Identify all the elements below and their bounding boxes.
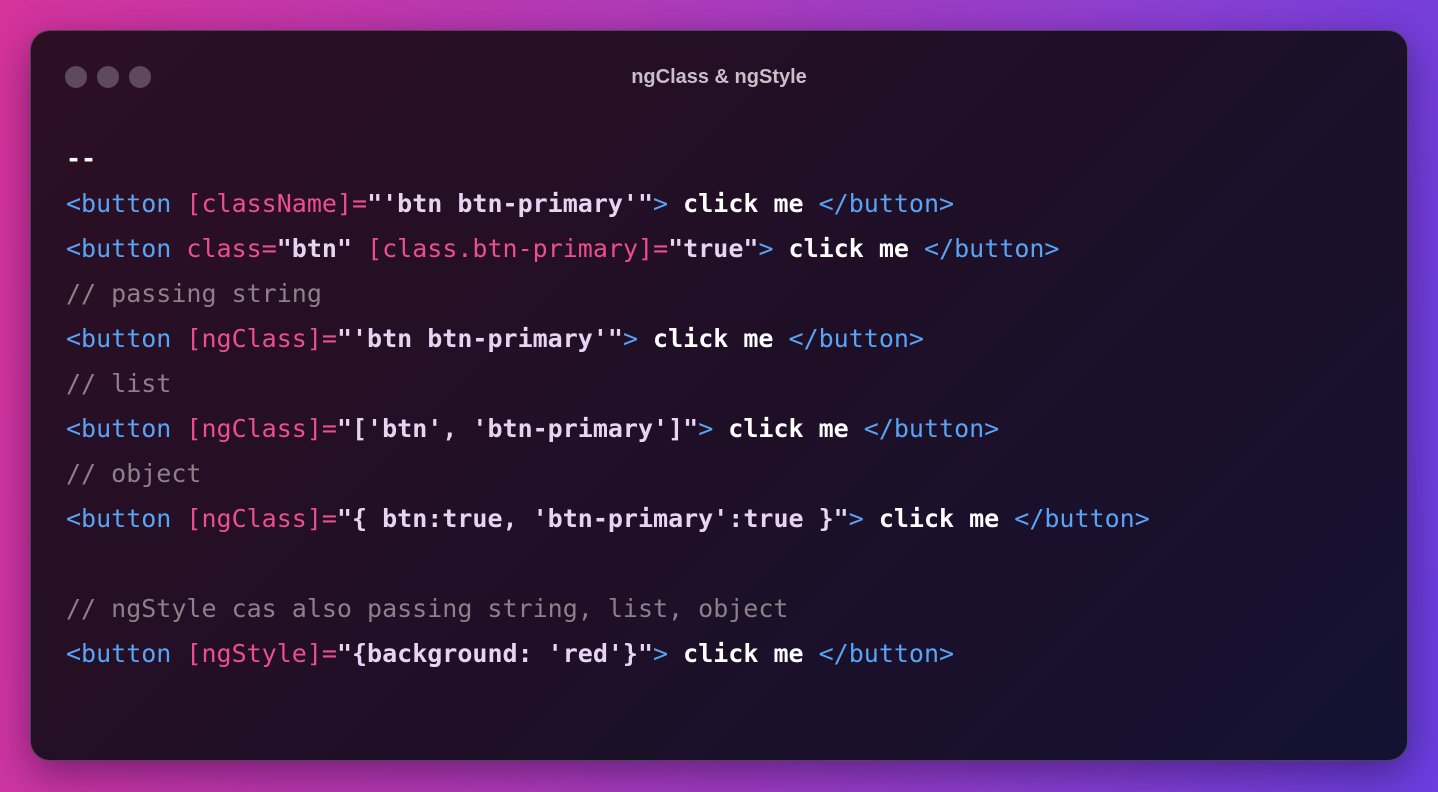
code-token-punc: = (321, 324, 337, 353)
code-token-tag: <button (66, 234, 187, 263)
code-token-cmt: // passing string (66, 279, 322, 308)
code-token-attr: [ngClass] (186, 414, 322, 443)
code-token-str: "['btn', 'btn-primary']" (336, 414, 699, 443)
code-token-text: click me (638, 324, 789, 353)
code-token-attr: class (186, 234, 262, 263)
code-token-text: click me (668, 189, 819, 218)
code-token-text: click me (668, 639, 819, 668)
code-token-attr: [ngStyle] (186, 639, 322, 668)
code-token-text: click me (773, 234, 925, 263)
code-token-text: click me (713, 414, 864, 443)
code-token-tag: </button> (863, 414, 1000, 443)
code-token-tag: > (758, 234, 774, 263)
code-line: // list (66, 361, 1150, 406)
code-token-attr: [className] (186, 189, 352, 218)
code-token-tag: <button (66, 414, 187, 443)
code-token-tag (352, 234, 367, 263)
code-token-text: click me (863, 504, 1015, 533)
code-token-tag: > (622, 324, 638, 353)
code-line: -- (66, 136, 1150, 181)
code-token-punc: = (352, 189, 368, 218)
window-title: ngClass & ngStyle (631, 66, 807, 88)
code-token-str: "'btn btn-primary'" (367, 189, 654, 218)
code-token-str: "btn" (276, 234, 353, 263)
code-token-attr: [class.btn-primary] (367, 234, 654, 263)
code-token-tag: <button (66, 504, 187, 533)
code-token-str: "{background: 'red'}" (336, 639, 654, 668)
code-token-punc: = (321, 504, 337, 533)
code-token-str: "'btn btn-primary'" (336, 324, 623, 353)
code-token-punc: = (321, 414, 337, 443)
code-line: // ngStyle cas also passing string, list… (66, 586, 1150, 631)
title-bar: ngClass & ngStyle (31, 31, 1407, 121)
code-line: <button [ngClass]="{ btn:true, 'btn-prim… (66, 496, 1150, 541)
code-token-tag: </button> (818, 639, 955, 668)
code-token-str: "true" (668, 234, 759, 263)
code-window: ngClass & ngStyle -- <button [className]=… (30, 30, 1408, 761)
code-token-tag: </button> (818, 189, 955, 218)
code-line: <button [ngClass]="['btn', 'btn-primary'… (66, 406, 1150, 451)
code-token-tag: > (848, 504, 864, 533)
code-line: <button [ngClass]="'btn btn-primary'"> c… (66, 316, 1150, 361)
code-block: -- <button [className]="'btn btn-primary'… (66, 136, 1150, 676)
code-token-tag: <button (66, 189, 187, 218)
code-token-punc: = (653, 234, 669, 263)
code-line: // passing string (66, 271, 1150, 316)
code-line: <button [className]="'btn btn-primary'">… (66, 181, 1150, 226)
code-token-tag: <button (66, 639, 187, 668)
code-token-cmt: // ngStyle cas also passing string, list… (66, 594, 789, 623)
code-token-punc: = (321, 639, 337, 668)
code-token-tag: </button> (788, 324, 924, 353)
code-token-tag: > (653, 639, 669, 668)
code-token-tag: </button> (924, 234, 1060, 263)
code-token-tag: <button (66, 324, 187, 353)
code-token-tag: > (698, 414, 714, 443)
code-token-tag: > (653, 189, 669, 218)
code-token-cmt: // list (66, 369, 172, 398)
code-line: // object (66, 451, 1150, 496)
code-token-cmt: // object (66, 459, 202, 488)
code-token-punc: = (261, 234, 277, 263)
code-token-tag: </button> (1014, 504, 1150, 533)
code-line: <button class="btn" [class.btn-primary]=… (66, 226, 1150, 271)
code-token-plain: -- (66, 144, 97, 173)
code-token-str: "{ btn:true, 'btn-primary':true }" (336, 504, 849, 533)
code-token-attr: [ngClass] (186, 324, 322, 353)
code-token-attr: [ngClass] (186, 504, 322, 533)
code-line: <button [ngStyle]="{background: 'red'}">… (66, 631, 1150, 676)
